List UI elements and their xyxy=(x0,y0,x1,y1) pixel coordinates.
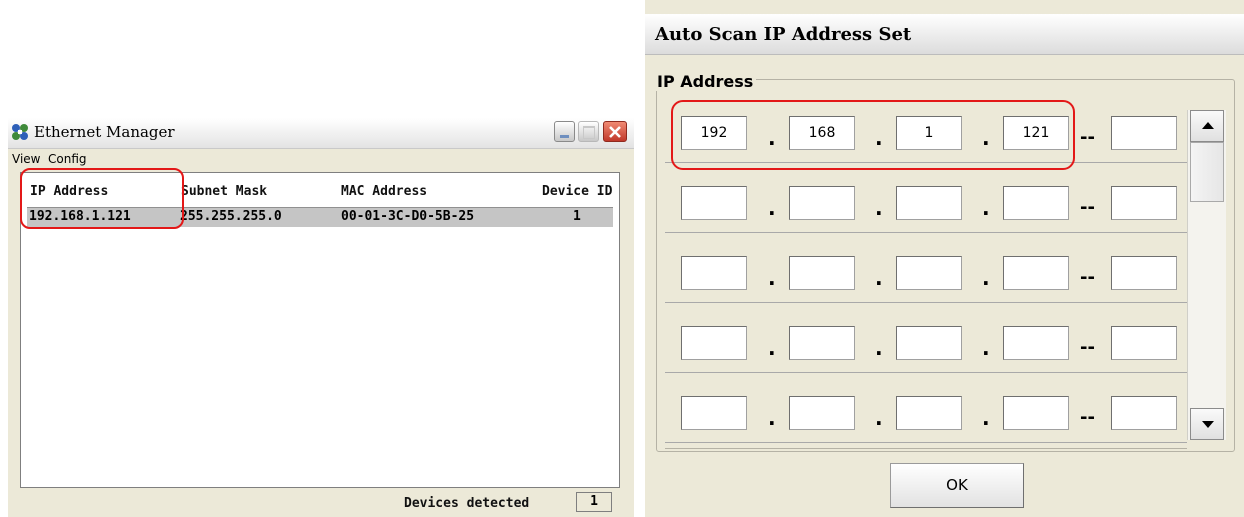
group-label: IP Address xyxy=(654,72,757,91)
range-end-field[interactable] xyxy=(1111,186,1177,220)
octet-4-field[interactable] xyxy=(1003,256,1069,290)
dot-separator: . xyxy=(875,336,883,360)
vertical-scrollbar[interactable] xyxy=(1187,110,1226,440)
minimize-button[interactable] xyxy=(554,121,575,142)
menu-view[interactable]: View xyxy=(12,152,40,166)
column-header-subnet-mask[interactable]: Subnet Mask xyxy=(181,184,267,199)
dot-separator: . xyxy=(768,266,776,290)
octet-1-field[interactable] xyxy=(681,396,747,430)
title-bar[interactable]: Ethernet Manager xyxy=(8,118,634,149)
dialog-title: Auto Scan IP Address Set xyxy=(655,24,912,45)
scrollbar-thumb[interactable] xyxy=(1190,142,1224,202)
ethernet-manager-window: Ethernet Manager View Config IP Address … xyxy=(8,118,634,517)
window-title: Ethernet Manager xyxy=(34,123,175,141)
auto-scan-dialog: Auto Scan IP Address Set IP Address 192 … xyxy=(645,0,1244,517)
menu-config[interactable]: Config xyxy=(48,152,87,166)
cell-ip-address: 192.168.1.121 xyxy=(29,209,131,224)
octet-4-field[interactable] xyxy=(1003,326,1069,360)
octet-1-field[interactable] xyxy=(681,186,747,220)
range-end-field[interactable] xyxy=(1111,116,1177,150)
octet-4-field[interactable] xyxy=(1003,396,1069,430)
octet-3-field[interactable] xyxy=(896,256,962,290)
column-header-device-id[interactable]: Device ID xyxy=(542,184,612,199)
octet-2-field[interactable] xyxy=(789,326,855,360)
column-header-mac-address[interactable]: MAC Address xyxy=(341,184,427,199)
dot-separator: . xyxy=(875,266,883,290)
cell-subnet-mask: 255.255.255.0 xyxy=(180,209,282,224)
scroll-down-arrow-icon[interactable] xyxy=(1190,408,1224,440)
range-dash: -- xyxy=(1080,267,1095,288)
dot-separator: . xyxy=(768,336,776,360)
table-row[interactable]: 192.168.1.121 255.255.255.0 00-01-3C-D0-… xyxy=(27,207,613,227)
range-dash: -- xyxy=(1080,127,1095,148)
ok-button[interactable]: OK xyxy=(890,463,1024,508)
close-icon xyxy=(609,126,621,138)
octet-3-field[interactable] xyxy=(896,326,962,360)
dot-separator: . xyxy=(982,196,990,220)
scroll-up-arrow-icon[interactable] xyxy=(1190,110,1224,142)
octet-1-field[interactable]: 192 xyxy=(681,116,747,150)
octet-3-field[interactable] xyxy=(896,396,962,430)
octet-1-field[interactable] xyxy=(681,256,747,290)
range-dash: -- xyxy=(1080,407,1095,428)
cell-mac-address: 00-01-3C-D0-5B-25 xyxy=(341,209,475,224)
range-dash: -- xyxy=(1080,197,1095,218)
octet-4-field[interactable]: 121 xyxy=(1003,116,1069,150)
dot-separator: . xyxy=(768,406,776,430)
maximize-button[interactable] xyxy=(578,121,599,142)
octet-1-field[interactable] xyxy=(681,326,747,360)
dot-separator: . xyxy=(875,406,883,430)
dialog-title-bar[interactable]: Auto Scan IP Address Set xyxy=(645,14,1244,55)
device-list[interactable]: IP Address Subnet Mask MAC Address Devic… xyxy=(20,168,620,488)
dot-separator: . xyxy=(982,336,990,360)
octet-2-field[interactable]: 168 xyxy=(789,116,855,150)
dot-separator: . xyxy=(982,406,990,430)
ip-range-row: . . . -- xyxy=(665,376,1187,443)
close-button[interactable] xyxy=(603,121,627,142)
ip-range-row: 192 . 168 . 1 . 121 -- xyxy=(665,96,1187,163)
dot-separator: . xyxy=(875,126,883,150)
octet-2-field[interactable] xyxy=(789,396,855,430)
dot-separator: . xyxy=(982,126,990,150)
octet-4-field[interactable] xyxy=(1003,186,1069,220)
devices-detected-count: 1 xyxy=(576,492,612,512)
range-end-field[interactable] xyxy=(1111,396,1177,430)
octet-2-field[interactable] xyxy=(789,186,855,220)
range-end-field[interactable] xyxy=(1111,256,1177,290)
range-end-field[interactable] xyxy=(1111,326,1177,360)
octet-2-field[interactable] xyxy=(789,256,855,290)
ip-range-list: 192 . 168 . 1 . 121 -- . . . -- . . . --… xyxy=(665,96,1187,449)
network-app-icon xyxy=(12,124,28,140)
ip-range-row: . . . -- xyxy=(665,166,1187,233)
menu-bar: View Config xyxy=(8,149,634,169)
devices-detected-label: Devices detected xyxy=(404,496,530,511)
cell-device-id: 1 xyxy=(573,209,581,224)
dot-separator: . xyxy=(768,196,776,220)
range-dash: -- xyxy=(1080,337,1095,358)
ip-range-row: . . . -- xyxy=(665,306,1187,373)
ip-range-row: . . . -- xyxy=(665,236,1187,303)
octet-3-field[interactable]: 1 xyxy=(896,116,962,150)
dot-separator: . xyxy=(768,126,776,150)
dot-separator: . xyxy=(982,266,990,290)
octet-3-field[interactable] xyxy=(896,186,962,220)
dot-separator: . xyxy=(875,196,883,220)
column-header-ip-address[interactable]: IP Address xyxy=(30,184,108,199)
